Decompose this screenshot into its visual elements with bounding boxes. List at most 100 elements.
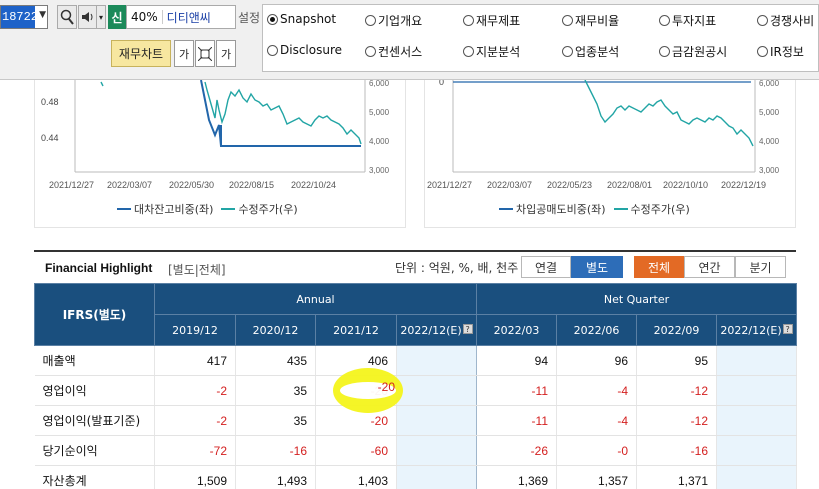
table-cell	[716, 465, 797, 489]
table-cell	[716, 405, 797, 436]
section-subtitle: [별도|전체]	[168, 263, 226, 277]
y-right-tick: 4,000	[759, 137, 780, 146]
company-name-field[interactable]: 40% 디티앤씨	[126, 5, 236, 29]
radio-off-icon	[463, 46, 474, 57]
table-cell: -0	[556, 435, 637, 466]
row-label[interactable]: 영업이익(발표기준)	[34, 405, 155, 436]
radio-snapshot[interactable]: Snapshot	[267, 12, 336, 26]
radio-label: Snapshot	[280, 12, 337, 26]
dropdown-arrow-icon[interactable]: ▼	[39, 10, 46, 20]
font-increase-button[interactable]: 가	[216, 40, 236, 67]
radio-shareholder-analysis[interactable]: 지분분석	[463, 43, 520, 60]
table-cell: -12	[636, 375, 717, 406]
stock-code-input[interactable]: 187220 ▼	[0, 5, 48, 29]
help-icon[interactable]: ?	[782, 323, 793, 334]
y-right-tick: 6,000	[369, 80, 390, 88]
legend-swatch	[221, 208, 236, 210]
table-cell	[396, 465, 477, 489]
table-cell: -4	[556, 375, 637, 406]
radio-company-overview[interactable]: 기업개요	[365, 12, 422, 29]
radio-label: 기업개요	[378, 14, 423, 28]
separate-toggle[interactable]: 별도	[571, 256, 623, 278]
radio-financial-statements[interactable]: 재무제표	[463, 12, 520, 29]
short-selling-chart: 0 6,000 5,000 4,000 3,000 2021/12/27 202…	[427, 80, 780, 190]
radio-competitors[interactable]: 경쟁사비	[757, 12, 814, 29]
table-cell: 417	[154, 345, 236, 376]
table-cell: -2	[154, 375, 236, 406]
radio-industry-analysis[interactable]: 업종분석	[562, 43, 619, 60]
table-cell: 1,369	[476, 465, 557, 489]
chart-legend: 대차잔고비중(좌) 수정주가(우)	[117, 201, 298, 217]
y-right-tick: 3,000	[369, 166, 390, 175]
legend-label: 수정주가(우)	[630, 203, 690, 216]
table-cell: -72	[154, 435, 236, 466]
table-cell: 35	[235, 405, 316, 436]
radio-off-icon	[463, 15, 474, 26]
search-icon[interactable]	[57, 5, 77, 29]
table-cell: -16	[636, 435, 717, 466]
table-cell	[716, 345, 797, 376]
table-cell: 1,403	[315, 465, 397, 489]
adjusted-price-line	[204, 81, 362, 145]
radio-label: IR정보	[770, 45, 804, 59]
radio-off-icon	[757, 46, 768, 57]
table-cell: 435	[235, 345, 316, 376]
y-left-tick: 0.48	[41, 97, 59, 107]
table-corner-header: IFRS(별도)	[34, 283, 155, 346]
legend-label: 대차잔고비중(좌)	[134, 203, 214, 216]
table-cell: 1,493	[235, 465, 316, 489]
table-cell: -11	[476, 375, 557, 406]
column-header: 2022/06	[556, 314, 637, 346]
sound-menu-icon[interactable]: ▾	[96, 5, 106, 29]
period-quarter-tab[interactable]: 분기	[735, 256, 786, 278]
table-cell	[716, 435, 797, 466]
highlighted-value: -20	[377, 380, 395, 394]
radio-consensus[interactable]: 컨센서스	[365, 43, 422, 60]
help-icon[interactable]: ?	[462, 323, 473, 334]
row-label[interactable]: 매출액	[34, 345, 155, 376]
financial-chart-button[interactable]: 재무차트	[111, 40, 171, 67]
y-right-tick: 5,000	[369, 108, 390, 117]
x-tick: 2022/08/01	[607, 180, 652, 190]
period-annual-tab[interactable]: 연간	[684, 256, 735, 278]
company-name: 디티앤씨	[166, 10, 211, 25]
column-header: 2021/12	[315, 314, 397, 346]
column-header: 2020/12	[235, 314, 316, 346]
expand-icon[interactable]	[195, 40, 215, 67]
table-cell: 95	[636, 345, 717, 376]
radio-label: 금감원공시	[672, 45, 728, 59]
row-label[interactable]: 영업이익	[34, 375, 155, 406]
adjusted-price-line	[584, 80, 754, 147]
row-label[interactable]: 자산총계	[34, 465, 155, 489]
y-right-tick: 5,000	[759, 108, 780, 117]
speaker-icon[interactable]	[78, 5, 98, 29]
table-cell: 1,371	[636, 465, 717, 489]
ratio-value: 40%	[127, 10, 163, 24]
consolidated-toggle[interactable]: 연결	[521, 256, 571, 278]
radio-financial-ratios[interactable]: 재무비율	[562, 12, 619, 29]
table-row: 매출액 417 435 406 94 96 95	[34, 345, 797, 376]
column-label: 2022/12(E)	[720, 323, 782, 337]
x-tick: 2021/12/27	[427, 180, 472, 190]
period-all-tab[interactable]: 전체	[634, 256, 684, 278]
radio-off-icon	[757, 15, 768, 26]
radio-label: 컨센서스	[378, 45, 423, 59]
legend-label: 차입공매도비중(좌)	[516, 203, 606, 216]
y-right-tick: 3,000	[759, 166, 780, 175]
font-decrease-button[interactable]: 가	[174, 40, 194, 67]
font-small-label: 가	[178, 47, 190, 61]
row-label[interactable]: 당기순이익	[34, 435, 155, 466]
x-tick: 2022/10/24	[291, 180, 336, 190]
table-cell: 94	[476, 345, 557, 376]
settings-link[interactable]: 설정	[238, 9, 260, 26]
table-cell: -2	[154, 405, 236, 436]
y-right-tick: 4,000	[369, 137, 390, 146]
unit-label: 단위 : 억원, %, 배, 천주	[395, 261, 519, 275]
radio-fss-disclosure[interactable]: 금감원공시	[659, 43, 727, 60]
table-cell: 96	[556, 345, 637, 376]
radio-disclosure[interactable]: Disclosure	[267, 43, 342, 57]
radio-investment-indicators[interactable]: 투자지표	[659, 12, 716, 29]
radio-label: 업종분석	[575, 45, 620, 59]
radio-ir-info[interactable]: IR정보	[757, 43, 804, 60]
font-large-label: 가	[220, 47, 232, 61]
